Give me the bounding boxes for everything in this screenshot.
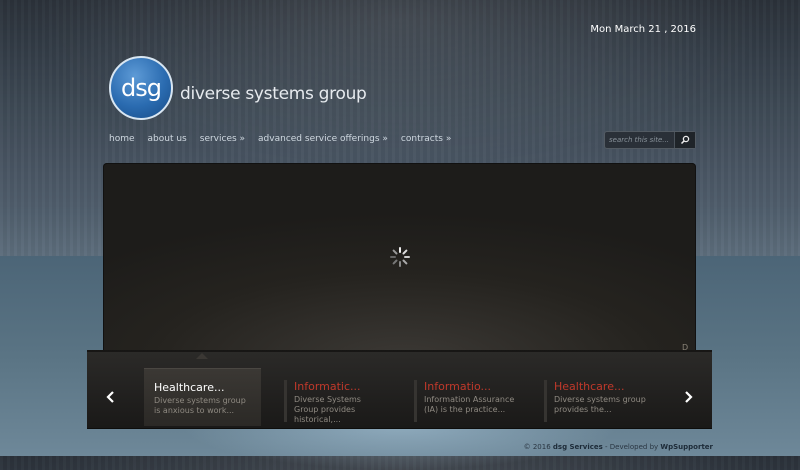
loading-spinner-icon <box>390 247 410 267</box>
slide-divider <box>284 380 287 422</box>
footer-developed-by: - Developed by <box>605 443 659 451</box>
carousel-next-button[interactable] <box>664 368 712 426</box>
footer-developer-link[interactable]: WpSupporter <box>660 443 713 451</box>
search-box <box>604 131 696 149</box>
slide-description: Diverse Systems Group provides historica… <box>294 395 361 424</box>
nav-item-advanced-service-offerings[interactable]: advanced service offerings » <box>258 134 388 144</box>
logo-mark: dsg <box>121 74 162 102</box>
slide-title: Informatic... <box>294 380 361 393</box>
slide-divider <box>544 380 547 422</box>
footer-credits: © 2016 dsg Services - Developed by WpSup… <box>524 443 713 451</box>
carousel-slide-3[interactable]: Informatio... Information Assurance (IA)… <box>414 368 532 426</box>
footer-copyright: © 2016 <box>523 443 551 451</box>
carousel-prev-button[interactable] <box>87 368 135 426</box>
slide-description: Information Assurance (IA) is the practi… <box>424 395 515 414</box>
slide-description: Diverse systems group is anxious to work… <box>154 396 246 415</box>
search-button[interactable] <box>674 132 695 148</box>
chevron-left-icon <box>106 391 114 403</box>
nav-item-services[interactable]: services » <box>200 134 245 144</box>
slide-title: Healthcare... <box>154 381 225 394</box>
logo-text[interactable]: diverse systems group <box>180 84 367 104</box>
active-slide-pointer <box>196 353 208 359</box>
chevron-right-icon <box>685 391 693 403</box>
current-date: Mon March 21 , 2016 <box>590 24 696 35</box>
carousel-slide-1[interactable]: Healthcare... Diverse systems group is a… <box>144 368 261 426</box>
search-input[interactable] <box>609 134 675 146</box>
footer-site-link[interactable]: dsg Services <box>553 443 603 451</box>
main-nav: home about us services » advanced servic… <box>109 134 464 144</box>
slide-title: Healthcare... <box>554 380 625 393</box>
slide-divider <box>414 380 417 422</box>
logo-badge[interactable]: dsg <box>109 56 173 120</box>
nav-item-home[interactable]: home <box>109 134 135 144</box>
carousel-slide-4[interactable]: Healthcare... Diverse systems group prov… <box>544 368 658 426</box>
nav-item-contracts[interactable]: contracts » <box>401 134 451 144</box>
slide-description: Diverse systems group provides the... <box>554 395 646 414</box>
carousel-slide-2[interactable]: Informatic... Diverse Systems Group prov… <box>284 368 396 426</box>
nav-item-about-us[interactable]: about us <box>148 134 187 144</box>
slide-title: Informatio... <box>424 380 491 393</box>
magnifier-icon <box>680 135 690 145</box>
